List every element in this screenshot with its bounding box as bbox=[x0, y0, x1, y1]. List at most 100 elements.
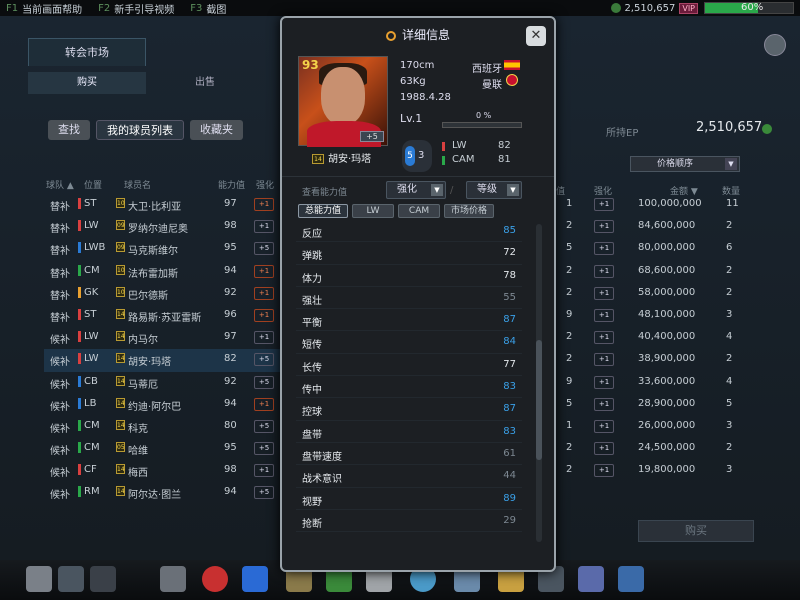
player-team: 候补 bbox=[50, 379, 70, 391]
search-button[interactable]: 查找 bbox=[48, 120, 90, 140]
stat-scrollbar[interactable] bbox=[536, 224, 542, 542]
listing-row[interactable]: 2 +1 40,400,000 4 bbox=[556, 327, 796, 349]
header-name[interactable]: 球员名 bbox=[124, 178, 151, 191]
listing-price: 100,000,000 bbox=[638, 198, 702, 209]
stat-scrollbar-thumb[interactable] bbox=[536, 340, 542, 460]
close-icon: ✕ bbox=[530, 28, 542, 43]
header-team[interactable]: 球队 ▲ bbox=[46, 178, 74, 191]
listing-enhance: +1 bbox=[594, 198, 614, 211]
player-ovr: 94 bbox=[224, 264, 237, 276]
player-row[interactable]: 替补 LW 09 罗纳尔迪尼奥 98 +1 bbox=[44, 216, 284, 238]
stat-name: 视野 bbox=[302, 496, 322, 508]
listing-qty: 6 bbox=[726, 242, 733, 254]
help-link[interactable]: F1 当前画面帮助 bbox=[6, 1, 82, 16]
player-row[interactable]: 候补 LB 14 约迪·阿尔巴 94 +1 bbox=[44, 394, 284, 416]
header-pos[interactable]: 位置 bbox=[84, 178, 102, 191]
header-enh[interactable]: 强化 bbox=[256, 178, 274, 191]
listing-row[interactable]: 2 +1 58,000,000 2 bbox=[556, 283, 796, 305]
whistle-icon[interactable] bbox=[160, 566, 186, 592]
listing-row[interactable]: 2 +1 84,600,000 2 bbox=[556, 216, 796, 238]
player-row[interactable]: 候补 CB 14 马蒂厄 92 +5 bbox=[44, 372, 284, 394]
listing-price: 28,900,000 bbox=[638, 397, 696, 409]
player-row[interactable]: 替补 CM 10 法布雷加斯 94 +1 bbox=[44, 261, 284, 283]
listing-qty: 3 bbox=[726, 419, 733, 431]
guide-video-link[interactable]: F2 新手引导视频 bbox=[98, 1, 174, 16]
level-badge: 09 bbox=[116, 220, 125, 231]
header-ovr[interactable]: 能力值 bbox=[218, 178, 245, 191]
tab-cam[interactable]: CAM bbox=[398, 204, 441, 218]
player-row[interactable]: 替补 LWB 09 马克斯维尔 95 +5 bbox=[44, 238, 284, 260]
listing-row[interactable]: 9 +1 48,100,000 3 bbox=[556, 305, 796, 327]
stat-name: 控球 bbox=[302, 407, 322, 419]
player-row[interactable]: 替补 GK 10 巴尔德斯 92 +1 bbox=[44, 283, 284, 305]
listing-ovr: 1 bbox=[566, 198, 573, 209]
position-chip: 53 bbox=[402, 140, 432, 172]
tab-buy[interactable]: 购买 bbox=[28, 72, 146, 94]
listing-enhance: +1 bbox=[594, 375, 614, 389]
listing-row[interactable]: 5 +1 28,900,000 5 bbox=[556, 394, 796, 416]
player-row[interactable]: 候补 CM 14 科克 80 +5 bbox=[44, 416, 284, 438]
player-enhance: +5 bbox=[254, 419, 274, 433]
player-name: 内马尔 bbox=[128, 335, 158, 347]
tab-sell[interactable]: 出售 bbox=[146, 72, 264, 94]
listing-row[interactable]: 9 +1 33,600,000 4 bbox=[556, 372, 796, 394]
listing-price: 84,600,000 bbox=[638, 220, 696, 232]
player-row[interactable]: 候补 LW 14 内马尔 97 +1 bbox=[44, 327, 284, 349]
tab-lw[interactable]: LW bbox=[352, 204, 395, 218]
player-row[interactable]: 替补 ST 10 大卫·比利亚 97 +1 bbox=[44, 194, 284, 216]
my-players-button[interactable]: 我的球员列表 bbox=[96, 120, 184, 140]
enhance-dropdown[interactable]: 强化 ▼ bbox=[386, 181, 446, 199]
stat-row: 长传 77 bbox=[296, 354, 522, 377]
listing-row[interactable]: 1 +1 26,000,000 3 bbox=[556, 416, 796, 438]
listing-price: 80,000,000 bbox=[638, 242, 696, 254]
shop-cart-icon[interactable] bbox=[618, 566, 644, 592]
listing-row[interactable]: 2 +1 24,500,000 2 bbox=[556, 438, 796, 460]
listing-price: 48,100,000 bbox=[638, 308, 696, 320]
tab-transfer-market[interactable]: 转会市场 bbox=[28, 38, 146, 66]
listing-row[interactable]: 2 +1 19,800,000 3 bbox=[556, 460, 796, 482]
grade-dropdown-label: 等级 bbox=[477, 184, 497, 195]
level-badge: 10 bbox=[116, 286, 125, 297]
close-button[interactable]: ✕ bbox=[526, 26, 546, 46]
listing-row[interactable]: 2 +1 68,600,000 2 bbox=[556, 261, 796, 283]
player-row[interactable]: 替补 ST 14 路易斯·苏亚雷斯 96 +1 bbox=[44, 305, 284, 327]
player-enhance: +1 bbox=[254, 264, 274, 278]
market-icon[interactable] bbox=[578, 566, 604, 592]
boot-icon[interactable] bbox=[242, 566, 268, 592]
player-row[interactable]: 候补 CF 14 梅西 98 +1 bbox=[44, 460, 284, 482]
player-name: 罗纳尔迪尼奥 bbox=[128, 224, 188, 236]
player-row[interactable]: 候补 LW 14 胡安·玛塔 82 +5 bbox=[44, 349, 284, 372]
listing-row[interactable]: 1 +1 100,000,000 11 bbox=[556, 194, 796, 216]
battery-label: 60% bbox=[741, 2, 764, 13]
player-enhance: +1 bbox=[254, 220, 274, 234]
stat-row: 控球 87 bbox=[296, 398, 522, 421]
favorites-button[interactable]: 收藏夹 bbox=[190, 120, 243, 140]
grade-dropdown[interactable]: 等级 ▼ bbox=[466, 181, 522, 199]
sort-dropdown[interactable]: 价格顺序 ▼ bbox=[630, 156, 740, 172]
listing-price: 38,900,000 bbox=[638, 353, 696, 365]
chat-icon[interactable] bbox=[58, 566, 84, 592]
ball-icon[interactable] bbox=[202, 566, 228, 592]
player-ovr: 82 bbox=[224, 353, 237, 365]
player-name: 大卫·比利亚 bbox=[128, 202, 182, 213]
stat-row: 强壮 55 bbox=[296, 287, 522, 310]
player-enhance: +5 bbox=[254, 353, 274, 367]
mail-icon[interactable] bbox=[90, 566, 116, 592]
listing-row[interactable]: 2 +1 38,900,000 2 bbox=[556, 349, 796, 371]
stat-row: 抢断 29 bbox=[296, 510, 522, 533]
player-position: CM bbox=[84, 264, 100, 276]
player-row[interactable]: 候补 CM 05 哈维 95 +5 bbox=[44, 438, 284, 460]
upload-button[interactable] bbox=[764, 34, 786, 56]
profile-icon[interactable] bbox=[26, 566, 52, 592]
player-name: 科克 bbox=[128, 423, 148, 435]
player-name: 马蒂厄 bbox=[128, 379, 158, 391]
stat-row: 传中 83 bbox=[296, 376, 522, 399]
tab-overall-stats[interactable]: 总能力值 bbox=[298, 204, 349, 218]
screenshot-link[interactable]: F3 截图 bbox=[190, 1, 226, 16]
listing-enhance: +1 bbox=[594, 442, 614, 456]
stat-value: 84 bbox=[503, 336, 516, 348]
tab-market-price[interactable]: 市场价格 bbox=[444, 204, 495, 218]
player-row[interactable]: 候补 RM 14 阿尔达·图兰 94 +5 bbox=[44, 482, 284, 504]
listing-row[interactable]: 5 +1 80,000,000 6 bbox=[556, 238, 796, 260]
buy-button[interactable]: 购买 bbox=[638, 520, 754, 542]
